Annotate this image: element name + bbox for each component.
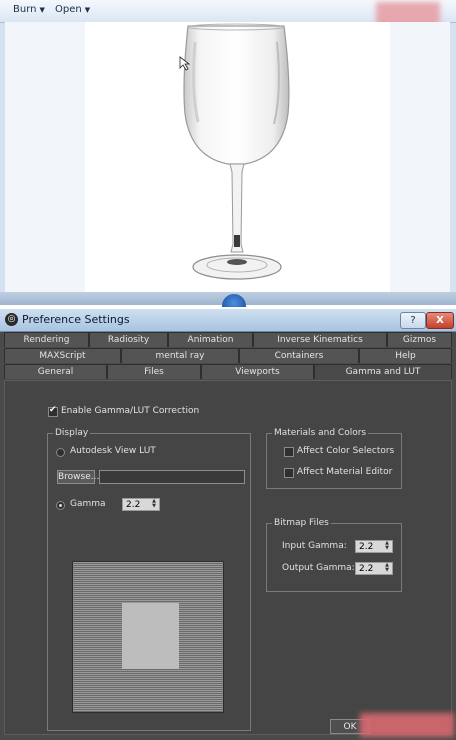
tab-help[interactable]: Help bbox=[359, 348, 452, 363]
photo-viewer-window: Burn ▼ Open ▼ bbox=[0, 0, 456, 307]
tab-strip: Rendering Radiosity Animation Inverse Ki… bbox=[4, 332, 452, 380]
autodesk-view-lut-label: Autodesk View LUT bbox=[70, 446, 156, 456]
affect-color-selectors-checkbox[interactable] bbox=[284, 447, 294, 457]
output-gamma-spinner[interactable]: 2.2 ▲ ▼ bbox=[355, 562, 393, 575]
dialog-title: Preference Settings bbox=[22, 313, 130, 326]
autodesk-view-lut-radio[interactable] bbox=[56, 448, 65, 457]
tab-animation[interactable]: Animation bbox=[168, 332, 253, 347]
affect-material-editor-label: Affect Material Editor bbox=[297, 467, 393, 477]
affect-material-editor-checkbox[interactable] bbox=[284, 468, 294, 478]
tab-rendering[interactable]: Rendering bbox=[4, 332, 89, 347]
display-group: Display Autodesk View LUT Browse... Gamm… bbox=[47, 428, 251, 731]
spinner-arrows-icon[interactable]: ▲ ▼ bbox=[383, 541, 391, 552]
spinner-arrows-icon[interactable]: ▲ ▼ bbox=[383, 563, 391, 574]
tab-viewports[interactable]: Viewports bbox=[201, 364, 314, 379]
gamma-value: 2.2 bbox=[126, 500, 141, 510]
checkmark-icon: ✔ bbox=[49, 405, 57, 415]
preference-settings-dialog: ◎ Preference Settings ? X Rendering Radi… bbox=[0, 309, 456, 740]
lut-path-field[interactable] bbox=[99, 470, 245, 484]
close-button[interactable]: X bbox=[426, 312, 454, 329]
tab-maxscript[interactable]: MAXScript bbox=[4, 348, 121, 363]
output-gamma-value: 2.2 bbox=[359, 564, 374, 574]
spinner-arrows-icon[interactable]: ▲ ▼ bbox=[150, 499, 158, 510]
open-menu-button[interactable]: Open ▼ bbox=[55, 4, 90, 15]
help-button[interactable]: ? bbox=[400, 312, 426, 329]
dialog-titlebar: ◎ Preference Settings ? X bbox=[0, 309, 456, 332]
tab-files[interactable]: Files bbox=[107, 364, 201, 379]
input-gamma-spinner[interactable]: 2.2 ▲ ▼ bbox=[355, 540, 393, 553]
enable-gamma-checkbox[interactable]: ✔ bbox=[48, 405, 58, 417]
tab-gizmos[interactable]: Gizmos bbox=[387, 332, 452, 347]
gamma-radio[interactable] bbox=[56, 501, 65, 510]
materials-colors-group: Materials and Colors Affect Color Select… bbox=[266, 428, 402, 489]
enable-gamma-label: Enable Gamma/LUT Correction bbox=[61, 406, 200, 416]
chevron-down-icon: ▼ bbox=[39, 6, 45, 14]
image-canvas bbox=[5, 22, 450, 292]
tab-mental-ray[interactable]: mental ray bbox=[121, 348, 239, 363]
output-gamma-label: Output Gamma: bbox=[282, 563, 355, 573]
gamma-test-swatch bbox=[122, 603, 179, 669]
browse-button[interactable]: Browse... bbox=[57, 470, 99, 484]
chevron-down-icon: ▼ bbox=[84, 6, 91, 14]
gamma-test-pattern bbox=[72, 561, 224, 713]
materials-colors-title: Materials and Colors bbox=[272, 428, 369, 438]
bitmap-files-title: Bitmap Files bbox=[272, 518, 331, 528]
open-label: Open bbox=[55, 4, 82, 15]
gamma-label: Gamma bbox=[70, 499, 106, 509]
wine-glass-image bbox=[179, 23, 290, 280]
wine-glass-photo bbox=[85, 22, 390, 292]
tab-inverse-kinematics[interactable]: Inverse Kinematics bbox=[253, 332, 387, 347]
gamma-lut-panel: ✔ Enable Gamma/LUT Correction Display Au… bbox=[4, 380, 452, 735]
input-gamma-value: 2.2 bbox=[359, 542, 374, 552]
tab-radiosity[interactable]: Radiosity bbox=[89, 332, 168, 347]
gamma-spinner[interactable]: 2.2 ▲ ▼ bbox=[122, 498, 160, 511]
bitmap-files-group: Bitmap Files Input Gamma: 2.2 ▲ ▼ Output … bbox=[266, 518, 402, 592]
affect-color-selectors-label: Affect Color Selectors bbox=[297, 446, 395, 456]
max-app-icon: ◎ bbox=[5, 313, 18, 326]
display-group-title: Display bbox=[53, 428, 91, 438]
input-gamma-label: Input Gamma: bbox=[282, 541, 347, 551]
tab-gamma-and-lut[interactable]: Gamma and LUT bbox=[314, 364, 452, 379]
burn-label: Burn bbox=[13, 4, 37, 15]
tab-general[interactable]: General bbox=[4, 364, 107, 379]
burn-menu-button[interactable]: Burn ▼ bbox=[13, 4, 45, 15]
tab-containers[interactable]: Containers bbox=[239, 348, 359, 363]
redacted-area bbox=[360, 713, 454, 737]
radio-selected-dot bbox=[59, 504, 62, 507]
